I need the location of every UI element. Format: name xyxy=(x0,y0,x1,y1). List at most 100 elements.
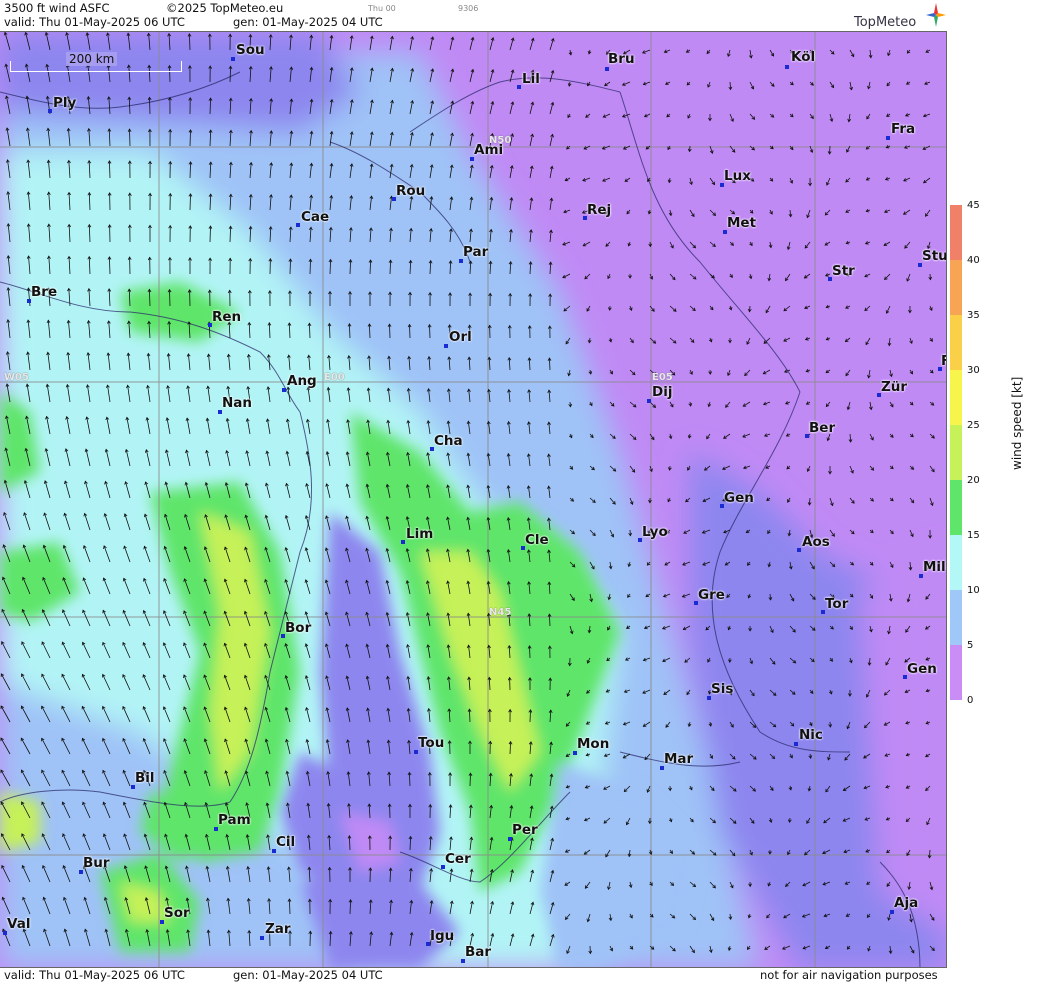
city-label: Köl xyxy=(791,49,816,65)
city-label: Cha xyxy=(434,433,463,449)
generated-time: gen: 01-May-2025 04 UTC xyxy=(233,15,383,29)
city-label: Sou xyxy=(236,42,265,58)
city-label: Lux xyxy=(724,168,751,184)
city-label: Lyo xyxy=(642,524,668,540)
city-label: Rou xyxy=(396,183,426,199)
colorbar-tick: 10 xyxy=(967,585,980,596)
city-label: Nan xyxy=(222,395,253,411)
city-label: Val xyxy=(7,916,31,932)
logo-text: TopMeteo xyxy=(854,15,917,30)
colorbar-segment xyxy=(950,645,962,700)
city-label: Tor xyxy=(825,596,849,612)
city-label: Mar xyxy=(664,751,694,767)
disclaimer: not for air navigation purposes xyxy=(760,968,938,982)
wind-arrow xyxy=(409,324,411,339)
wind-speed-colorbar xyxy=(950,205,962,700)
city-label: Lim xyxy=(406,526,434,542)
colorbar-tick: 15 xyxy=(967,530,980,541)
city-label: Bur xyxy=(83,855,110,871)
colorbar-tick: 5 xyxy=(967,640,974,651)
city-label: Ami xyxy=(474,142,504,158)
city-label: Stu xyxy=(922,248,947,264)
colorbar-tick: 35 xyxy=(967,310,980,321)
city-label: Met xyxy=(727,215,757,231)
grid-label-e05: E05 xyxy=(652,372,673,383)
city-label: Bru xyxy=(608,51,635,67)
colorbar-tick: 25 xyxy=(967,420,980,431)
footer-valid-time: valid: Thu 01-May-2025 06 UTC xyxy=(4,968,185,982)
grid-label-w05: W05 xyxy=(4,372,29,383)
city-label: Ber xyxy=(809,420,836,436)
wind-arrow xyxy=(209,226,211,243)
colorbar-segment xyxy=(950,370,962,425)
city-label: Tou xyxy=(418,735,445,751)
colorbar-segment xyxy=(950,205,962,260)
city-label: Ply xyxy=(53,95,77,111)
colorbar-segment xyxy=(950,260,962,315)
colorbar-segment xyxy=(950,535,962,590)
city-label: Bar xyxy=(465,944,492,960)
colorbar-segment xyxy=(950,480,962,535)
city-label: Pam xyxy=(218,812,251,828)
city-label: Gen xyxy=(907,661,937,677)
city-label: Igu xyxy=(430,928,455,944)
city-label: Zür xyxy=(881,379,908,395)
forecast-day: Thu 00 xyxy=(368,4,396,13)
wind-arrow xyxy=(289,258,291,275)
city-label: Str xyxy=(832,263,855,279)
city-label: Bre xyxy=(31,284,58,300)
city-label: Gen xyxy=(724,490,754,506)
colorbar-title: wind speed [kt] xyxy=(1010,376,1024,470)
colorbar-tick: 45 xyxy=(967,200,980,211)
colorbar-tick: 0 xyxy=(967,695,974,706)
city-label: Mon xyxy=(577,736,610,752)
city-label: Gre xyxy=(698,587,725,603)
wind-arrow xyxy=(309,259,311,275)
city-label: Aja xyxy=(894,895,919,911)
wind-arrow xyxy=(529,645,531,659)
wind-arrow xyxy=(149,97,151,115)
city-label: Per xyxy=(512,822,538,838)
copyright: ©2025 TopMeteo.eu xyxy=(166,1,284,15)
grid-label-n45: N45 xyxy=(489,607,512,618)
city-label: Ren xyxy=(212,309,242,325)
wind-arrow xyxy=(429,324,431,339)
scale-label: 200 km xyxy=(66,52,118,66)
colorbar-tick: 20 xyxy=(967,475,980,486)
city-label: Cil xyxy=(276,834,296,850)
colorbar-tick: 30 xyxy=(967,365,980,376)
wind-arrow xyxy=(129,129,131,147)
wind-arrow xyxy=(189,129,191,147)
colorbar-segment xyxy=(950,315,962,370)
chart-title: 3500 ft wind ASFC xyxy=(4,1,110,15)
colorbar-segment xyxy=(950,425,962,480)
city-label: Par xyxy=(463,244,489,260)
city-label: Cer xyxy=(445,851,471,867)
colorbar-tick: 40 xyxy=(967,255,980,266)
city-label: Bil xyxy=(135,770,155,786)
grid-label-e00: E00 xyxy=(324,372,345,383)
city-label: Zar xyxy=(265,921,291,937)
wind-map[interactable]: 200 km N50 N45 W05 E00 E05 Sou Ply Lil B… xyxy=(0,31,947,968)
city-label: Dij xyxy=(652,384,673,400)
compass-star-icon xyxy=(926,3,946,27)
city-label: Aos xyxy=(802,534,830,550)
wind-arrow xyxy=(469,773,471,787)
city-label: Fra xyxy=(891,121,916,137)
city-label: Cle xyxy=(525,532,549,548)
city-label: Cae xyxy=(301,209,330,225)
city-label: Rej xyxy=(587,202,612,218)
footer-generated-time: gen: 01-May-2025 04 UTC xyxy=(233,968,383,982)
city-label: Sis xyxy=(711,681,734,697)
wind-arrow xyxy=(529,709,531,723)
wind-arrow xyxy=(389,324,391,339)
wind-field xyxy=(0,32,946,967)
city-label: Mil xyxy=(923,559,946,575)
wind-arrow xyxy=(169,289,171,307)
city-label: Lil xyxy=(522,71,540,87)
city-label: Ang xyxy=(287,373,317,389)
city-label: Orl xyxy=(449,329,472,345)
colorbar-segment xyxy=(950,590,962,645)
wind-arrow xyxy=(189,193,191,211)
city-label: Sor xyxy=(164,905,190,921)
